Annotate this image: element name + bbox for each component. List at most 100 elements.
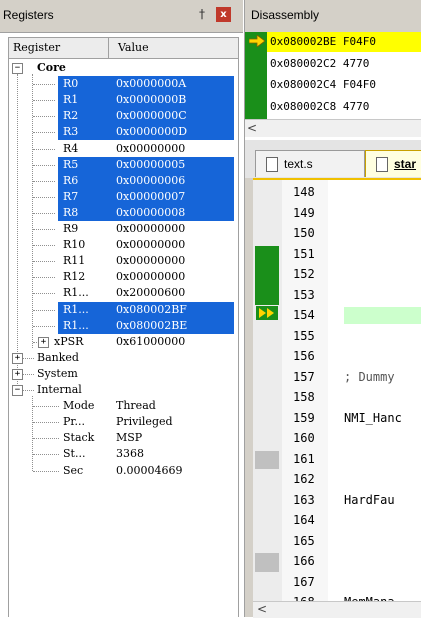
code-line[interactable]: 156 bbox=[253, 346, 421, 367]
register-name: R11 bbox=[63, 254, 86, 268]
internal-row[interactable]: St... 3368 bbox=[9, 446, 238, 462]
disassembly-line[interactable]: 0x080002BE F04F0 bbox=[267, 32, 421, 52]
register-row[interactable]: R8 0x00000008 bbox=[9, 204, 238, 221]
internal-value: Thread bbox=[116, 399, 156, 413]
code-line[interactable]: 163 HardFau bbox=[253, 490, 421, 511]
tree-group-core[interactable]: Core bbox=[9, 60, 238, 76]
expand-xpsr-icon[interactable]: + bbox=[38, 336, 49, 348]
internal-name: Mode bbox=[63, 399, 95, 413]
registers-tree: Core − R0 0x0000000A R1 0x0000000B R2 0x0000000… bbox=[8, 58, 239, 617]
register-name: R7 bbox=[63, 189, 79, 203]
tree-group-banked[interactable]: Banked bbox=[9, 350, 238, 366]
internal-row[interactable]: Sec 0.00004669 bbox=[9, 463, 238, 479]
code-line[interactable]: 160 bbox=[253, 428, 421, 449]
disassembly-text: 0x080002C4 F04F0 bbox=[270, 78, 376, 91]
register-row[interactable]: R7 0x00000007 bbox=[9, 188, 238, 205]
tree-guide bbox=[33, 406, 59, 408]
close-icon[interactable]: x bbox=[216, 7, 231, 22]
tree-guide bbox=[33, 116, 55, 118]
line-number: 148 bbox=[293, 185, 315, 199]
editor-h-scrollbar[interactable]: < bbox=[253, 601, 421, 618]
code-line[interactable]: 152 bbox=[253, 264, 421, 285]
register-row[interactable]: R1... 0x080002BE bbox=[9, 317, 238, 334]
toggle-internal-icon[interactable]: − bbox=[12, 385, 23, 396]
register-value: 0x00000000 bbox=[116, 222, 186, 235]
code-line[interactable]: 155 bbox=[253, 326, 421, 347]
register-row[interactable]: R1... 0x080002BF bbox=[9, 301, 238, 318]
pc-arrow-icon bbox=[249, 35, 265, 47]
group-label: Internal bbox=[37, 383, 82, 396]
register-value: 0x00000000 bbox=[116, 141, 186, 155]
internal-row[interactable]: Stack MSP bbox=[9, 430, 238, 446]
register-row[interactable]: R2 0x0000000C bbox=[9, 108, 238, 125]
tree-guide bbox=[33, 132, 55, 134]
register-value: 0x0000000B bbox=[116, 93, 187, 107]
tab-text-s[interactable]: text.s bbox=[255, 150, 365, 177]
code-line[interactable]: 157 ; Dummy bbox=[253, 367, 421, 388]
tree-group-internal[interactable]: Internal bbox=[9, 382, 238, 398]
registers-panel: Registers † x Register Value Core − R0 0x00… bbox=[0, 0, 243, 617]
register-row[interactable]: R1 0x0000000B bbox=[9, 92, 238, 109]
register-row[interactable]: R1... 0x20000600 bbox=[9, 285, 238, 301]
disassembly-line[interactable]: 0x080002C2 4770 bbox=[267, 54, 421, 74]
code-line[interactable]: 167 bbox=[253, 572, 421, 593]
column-divider[interactable] bbox=[108, 38, 109, 58]
code-line[interactable]: 159 NMI_Hanc bbox=[253, 408, 421, 429]
registers-title: Registers bbox=[3, 8, 54, 22]
code-area[interactable]: 148 149 150 151 152 153 154 155 156 157 ; Dummy 158… bbox=[253, 178, 421, 603]
tree-guide bbox=[33, 196, 55, 198]
column-header-register[interactable]: Register bbox=[13, 41, 60, 54]
code-line[interactable]: 158 bbox=[253, 387, 421, 408]
register-row[interactable]: R10 0x00000000 bbox=[9, 237, 238, 253]
register-value: 0x080002BF bbox=[116, 302, 187, 316]
code-line[interactable]: 150 bbox=[253, 223, 421, 244]
internal-value: 0.00004669 bbox=[116, 463, 183, 477]
current-line-highlight bbox=[344, 307, 421, 324]
code-line[interactable]: 162 bbox=[253, 469, 421, 490]
scroll-left-icon[interactable]: < bbox=[257, 602, 267, 616]
line-number: 163 bbox=[293, 492, 315, 507]
register-row[interactable]: R9 0x00000000 bbox=[9, 221, 238, 237]
register-row[interactable]: R5 0x00000005 bbox=[9, 156, 238, 173]
internal-row[interactable]: Mode Thread bbox=[9, 398, 238, 414]
code-line[interactable]: 149 bbox=[253, 203, 421, 224]
line-number: 154 bbox=[293, 308, 315, 322]
register-value: 0x080002BE bbox=[116, 318, 188, 332]
line-number: 167 bbox=[293, 574, 315, 589]
register-name: R8 bbox=[63, 205, 79, 219]
column-header-value[interactable]: Value bbox=[118, 41, 149, 54]
register-row[interactable]: R11 0x00000000 bbox=[9, 253, 238, 269]
tree-guide bbox=[33, 180, 55, 182]
code-line[interactable]: 148 bbox=[253, 182, 421, 203]
register-value: 0x00000000 bbox=[116, 254, 186, 268]
register-value: 0x0000000C bbox=[116, 109, 187, 123]
register-row[interactable]: R0 0x0000000A bbox=[9, 76, 238, 93]
register-row[interactable]: R6 0x00000006 bbox=[9, 172, 238, 189]
internal-row[interactable]: Pr... Privileged bbox=[9, 414, 238, 430]
code-line[interactable]: 154 bbox=[253, 305, 421, 326]
tab-star[interactable]: star bbox=[365, 150, 421, 177]
tree-group-system[interactable]: System bbox=[9, 366, 238, 382]
code-line[interactable]: 153 bbox=[253, 285, 421, 306]
tree-guide bbox=[33, 422, 59, 424]
code-line[interactable]: 164 bbox=[253, 510, 421, 531]
disassembly-line[interactable]: 0x080002C4 F04F0 bbox=[267, 75, 421, 95]
register-row[interactable]: R4 0x00000000 bbox=[9, 141, 238, 157]
code-line[interactable]: 151 bbox=[253, 244, 421, 265]
register-row[interactable]: R3 0x0000000D bbox=[9, 124, 238, 141]
code-line[interactable]: 165 bbox=[253, 531, 421, 552]
scroll-left-icon[interactable]: < bbox=[247, 121, 257, 135]
tree-guide bbox=[33, 164, 55, 166]
toggle-banked-icon[interactable]: + bbox=[12, 352, 23, 364]
editor-panel: text.s star 148 149 150 151 152 153 154 155 156 15… bbox=[244, 140, 421, 618]
pin-icon[interactable]: † bbox=[199, 7, 205, 21]
disassembly-h-scrollbar[interactable]: < bbox=[245, 119, 421, 137]
register-row[interactable]: R12 0x00000000 bbox=[9, 269, 238, 285]
collapse-core-icon[interactable]: − bbox=[12, 63, 23, 74]
code-line[interactable]: 161 bbox=[253, 449, 421, 470]
code-line[interactable]: 166 bbox=[253, 551, 421, 572]
line-number: 157 bbox=[293, 369, 315, 384]
toggle-system-icon[interactable]: + bbox=[12, 368, 23, 380]
disassembly-text: 0x080002C2 4770 bbox=[270, 56, 370, 70]
disassembly-line[interactable]: 0x080002C8 4770 bbox=[267, 97, 421, 117]
